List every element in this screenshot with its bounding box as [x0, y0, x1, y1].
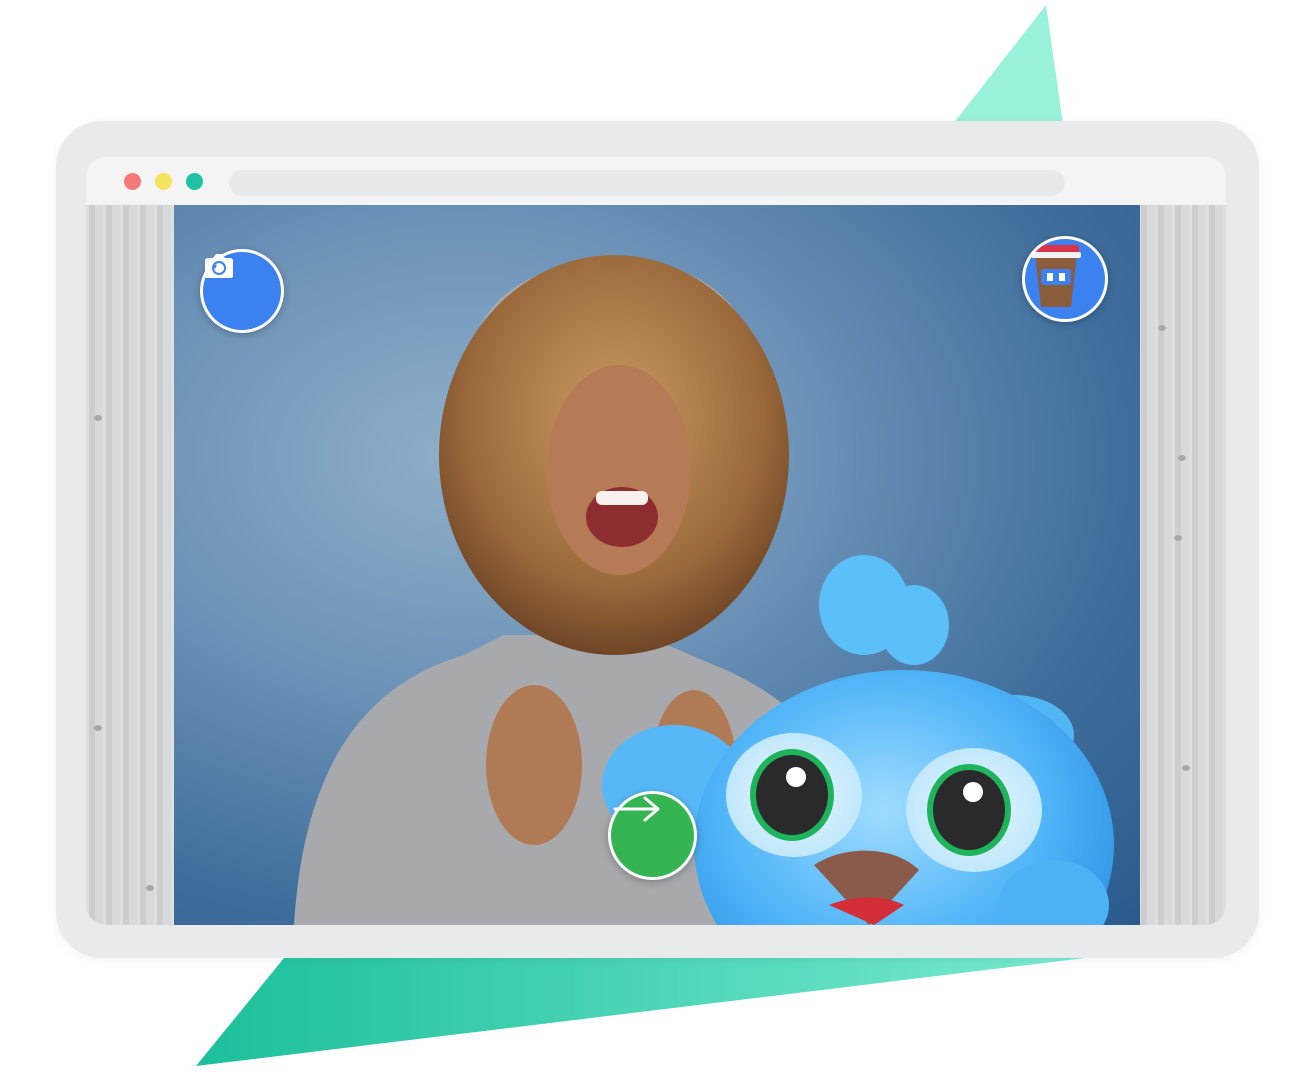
camera-flip-icon: [205, 254, 233, 278]
browser-titlebar: [86, 157, 1226, 205]
coffee-cup-icon: [1031, 245, 1081, 307]
wood-knot: [94, 725, 102, 731]
bottom-accent-triangle: [196, 958, 1085, 1066]
arrow-right-icon: [613, 796, 660, 822]
wood-panel-right: [1138, 205, 1226, 925]
browser-window: [86, 157, 1226, 925]
top-accent-triangle: [953, 5, 1063, 124]
wood-knot: [1174, 535, 1182, 541]
camera-flip-button[interactable]: [200, 249, 284, 333]
camera-preview: [174, 205, 1140, 925]
sticker-avatar-button[interactable]: [1022, 236, 1108, 322]
person-teeth: [596, 491, 648, 505]
address-bar[interactable]: [229, 170, 1065, 196]
next-button[interactable]: [608, 791, 697, 880]
wood-knot: [1178, 455, 1186, 461]
device-frame: [56, 121, 1259, 958]
wood-knot: [1158, 325, 1166, 331]
wood-knot: [1182, 765, 1190, 771]
close-dot[interactable]: [124, 173, 141, 190]
wood-knot: [146, 885, 154, 891]
wood-panel-left: [86, 205, 176, 925]
person-hand-left: [486, 685, 582, 845]
wood-knot: [94, 415, 102, 421]
maximize-dot[interactable]: [186, 173, 203, 190]
minimize-dot[interactable]: [155, 173, 172, 190]
